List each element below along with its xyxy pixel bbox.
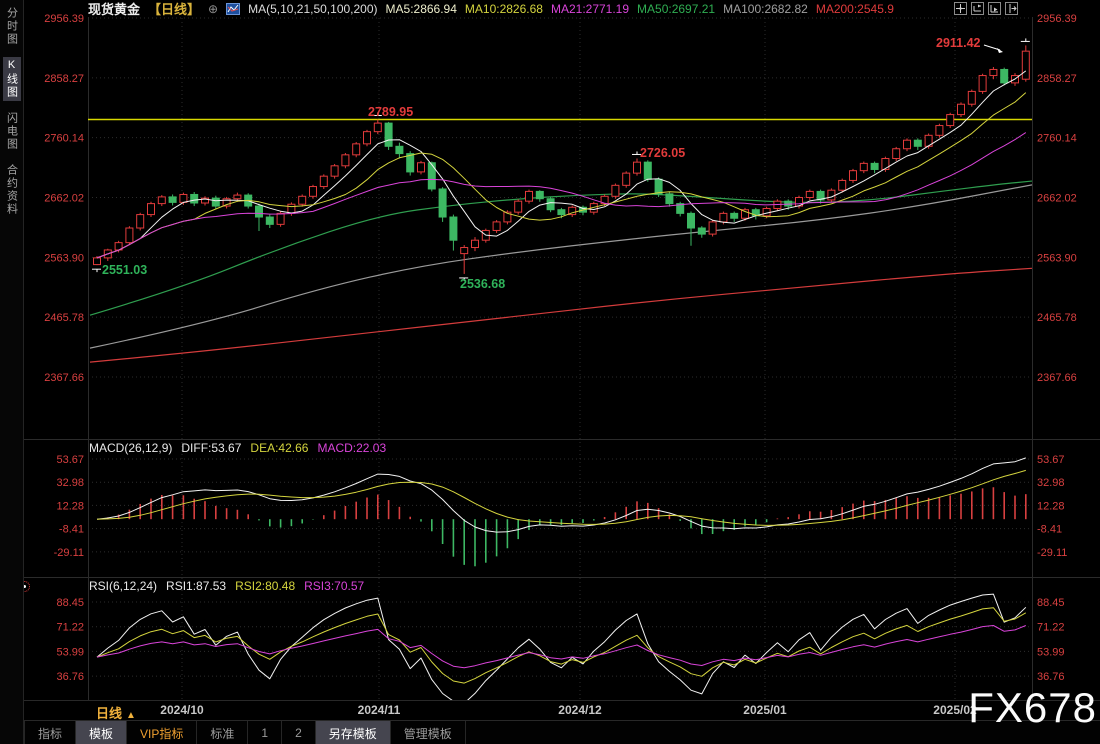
symbol-title: 现货黄金 (88, 0, 140, 18)
svg-text:2858.27: 2858.27 (44, 73, 84, 85)
macd-dea-value: DEA:42.66 (250, 441, 308, 455)
rsi2-value: RSI2:80.48 (235, 579, 295, 593)
pane-layout-icon[interactable] (971, 2, 984, 15)
macd-diff-value: DIFF:53.67 (181, 441, 241, 455)
bottom-toolbar: 指标 模板 VIP指标 标准 1 2 另存模板 管理模板 (24, 720, 1100, 744)
svg-text:2563.90: 2563.90 (44, 252, 84, 264)
ma50-value: MA50:2697.21 (637, 2, 715, 16)
rsi-pane-label: RSI(6,12,24) RSI1:87.53 RSI2:80.48 RSI3:… (89, 579, 364, 593)
svg-text:-8.41: -8.41 (59, 524, 84, 536)
svg-text:-29.11: -29.11 (54, 547, 84, 559)
svg-text:88.45: 88.45 (56, 597, 84, 609)
ma21-value: MA21:2771.19 (551, 2, 629, 16)
svg-text:2536.68: 2536.68 (460, 277, 505, 291)
rsi-pane (97, 594, 1026, 703)
sidebar-item-timeshare-chart[interactable]: 分时图 (3, 5, 21, 48)
rsi-title: RSI(6,12,24) (89, 579, 157, 593)
macd-pane (97, 458, 1026, 566)
svg-text:2858.27: 2858.27 (1037, 73, 1077, 85)
ma-settings-label: MA(5,10,21,50,100,200) (248, 2, 377, 16)
left-sidebar: 分时图 K线图 闪电图 合约资料 (0, 0, 24, 744)
period-tag: 【日线】 (148, 0, 200, 18)
svg-text:2956.39: 2956.39 (1037, 13, 1077, 25)
svg-text:53.67: 53.67 (56, 454, 84, 466)
window-tools (954, 2, 1018, 15)
main-price-pane (88, 45, 1032, 362)
svg-text:2367.66: 2367.66 (1037, 372, 1077, 384)
svg-text:12.28: 12.28 (1037, 500, 1065, 512)
macd-macd-value: MACD:22.03 (317, 441, 386, 455)
svg-text:2662.02: 2662.02 (44, 193, 84, 205)
svg-text:88.45: 88.45 (1037, 597, 1065, 609)
svg-text:36.76: 36.76 (1037, 671, 1065, 683)
tab-templates[interactable]: 模板 (76, 721, 127, 744)
svg-text:53.99: 53.99 (56, 646, 84, 658)
svg-text:2911.42: 2911.42 (936, 36, 981, 50)
tab-manage-templates[interactable]: 管理模板 (391, 721, 466, 744)
x-axis-row: 日线▲ (24, 700, 1100, 721)
candles-layer (94, 45, 1030, 274)
indicator-window-icon[interactable] (988, 2, 1001, 15)
sidebar-item-kline-chart[interactable]: K线图 (3, 57, 21, 101)
svg-text:-8.41: -8.41 (1037, 524, 1062, 536)
split-pane-icon[interactable] (1005, 2, 1018, 15)
rsi3-value: RSI3:70.57 (304, 579, 364, 593)
watermark: FX678 (968, 687, 1097, 729)
svg-text:53.99: 53.99 (1037, 646, 1065, 658)
ma10-value: MA10:2826.68 (465, 2, 543, 16)
ma200-value: MA200:2545.9 (816, 2, 894, 16)
add-indicator-icon[interactable]: ⊕ (208, 2, 218, 16)
svg-text:53.67: 53.67 (1037, 454, 1065, 466)
chart-canvas[interactable]: 2956.39 2956.39 2858.27 2858.27 2760.14 2760.… (0, 0, 1100, 744)
tab-slot-2[interactable]: 2 (282, 721, 316, 744)
svg-text:-29.11: -29.11 (1037, 547, 1067, 559)
svg-text:2465.78: 2465.78 (44, 312, 84, 324)
sidebar-item-contract-info[interactable]: 合约资料 (3, 162, 21, 218)
tab-slot-1[interactable]: 1 (248, 721, 282, 744)
svg-text:32.98: 32.98 (56, 477, 84, 489)
svg-text:32.98: 32.98 (1037, 477, 1065, 489)
tab-save-template[interactable]: 另存模板 (316, 721, 391, 744)
trend-line-ma50 (90, 181, 1032, 315)
ma5-value: MA5:2866.94 (386, 2, 457, 16)
svg-text:2956.39: 2956.39 (44, 13, 84, 25)
svg-text:71.22: 71.22 (56, 622, 84, 634)
svg-text:2662.02: 2662.02 (1037, 193, 1077, 205)
sidebar-item-lightning-chart[interactable]: 闪电图 (3, 110, 21, 153)
svg-text:2551.03: 2551.03 (102, 263, 147, 277)
svg-text:12.28: 12.28 (56, 500, 84, 512)
trading-app: 2956.39 2956.39 2858.27 2858.27 2760.14 2760.… (0, 0, 1100, 744)
svg-text:2726.05: 2726.05 (640, 146, 685, 160)
period-selector-label: 日线 (96, 706, 122, 721)
svg-text:2760.14: 2760.14 (1037, 133, 1077, 145)
svg-text:2563.90: 2563.90 (1037, 252, 1077, 264)
svg-text:36.76: 36.76 (56, 671, 84, 683)
chart-type-icon[interactable] (226, 3, 240, 15)
ma100-value: MA100:2682.82 (723, 2, 808, 16)
svg-text:71.22: 71.22 (1037, 622, 1065, 634)
svg-text:2760.14: 2760.14 (44, 133, 84, 145)
tab-vip-indicators[interactable]: VIP指标 (127, 721, 197, 744)
pan-tool-icon[interactable] (954, 2, 967, 15)
tab-standard[interactable]: 标准 (197, 721, 248, 744)
svg-text:2367.66: 2367.66 (44, 372, 84, 384)
rsi1-value: RSI1:87.53 (166, 579, 226, 593)
macd-title: MACD(26,12,9) (89, 441, 172, 455)
axis-labels: 2956.39 2956.39 2858.27 2858.27 2760.14 2760.… (44, 13, 1077, 717)
macd-pane-label: MACD(26,12,9) DIFF:53.67 DEA:42.66 MACD:… (89, 441, 386, 455)
chart-header: 现货黄金 【日线】 ⊕ MA(5,10,21,50,100,200) MA5:2… (88, 0, 894, 17)
svg-text:2789.95: 2789.95 (368, 105, 413, 119)
svg-text:2465.78: 2465.78 (1037, 312, 1077, 324)
tab-indicators[interactable]: 指标 (24, 721, 76, 744)
